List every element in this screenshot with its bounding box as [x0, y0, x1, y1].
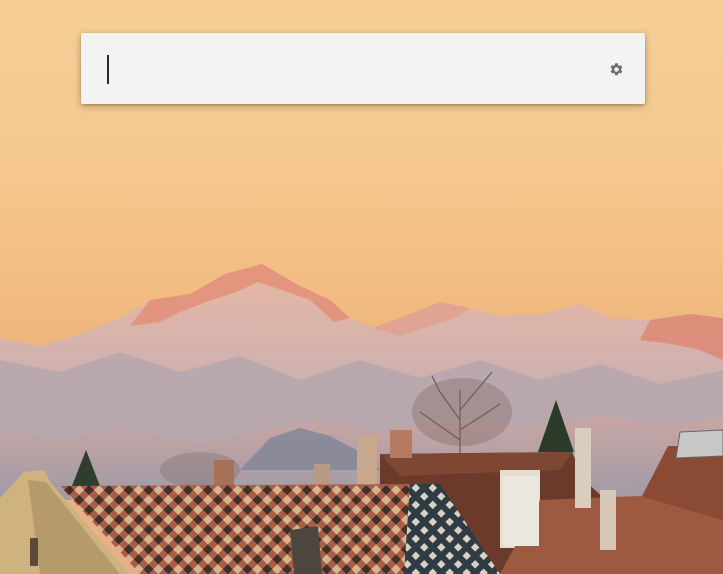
glass-structure — [675, 429, 723, 459]
chimney — [390, 430, 412, 458]
chimney — [357, 436, 377, 486]
search-panel — [81, 33, 645, 104]
chimney — [600, 490, 616, 550]
dormer — [290, 526, 322, 574]
bare-tree-crown — [412, 378, 512, 446]
chimney — [575, 428, 591, 508]
settings-button[interactable] — [603, 56, 629, 82]
text-caret — [107, 55, 109, 84]
gable-window — [30, 538, 38, 566]
chimney — [314, 464, 330, 488]
chimney — [214, 460, 234, 488]
chimney — [503, 476, 539, 546]
gear-icon — [610, 62, 622, 75]
search-input[interactable] — [105, 51, 587, 87]
